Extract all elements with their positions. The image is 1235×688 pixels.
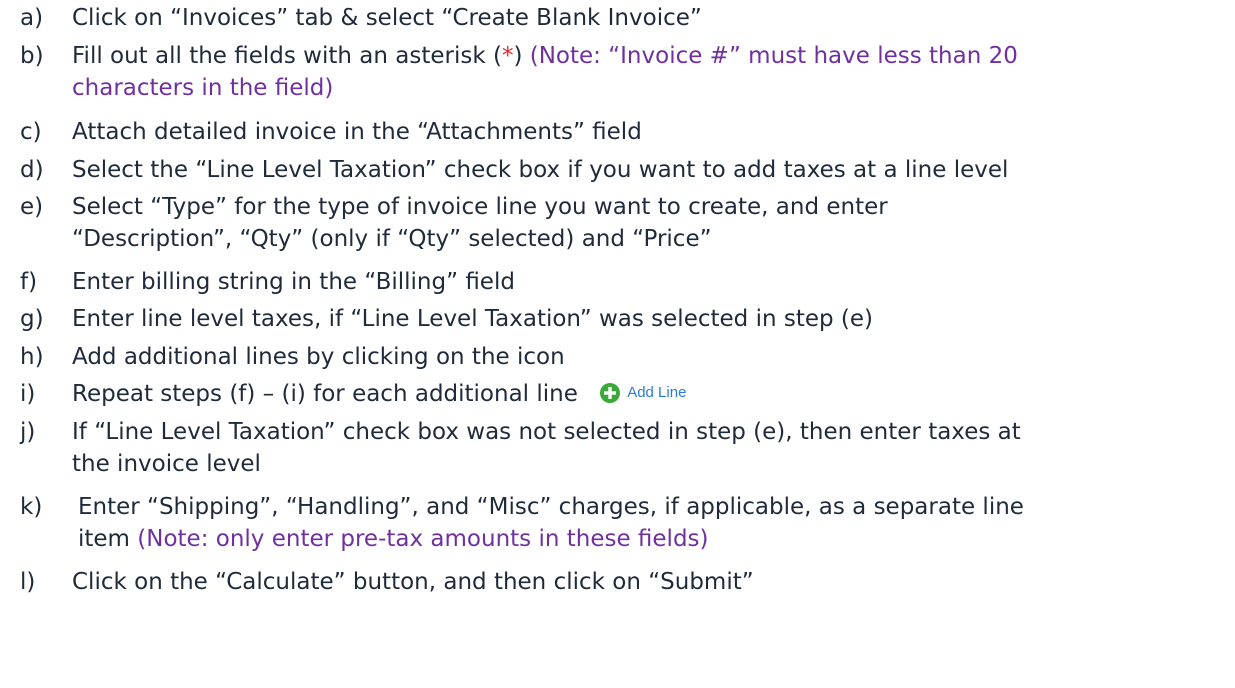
add-line-label: Add Line — [627, 383, 687, 401]
step-text: Enter “Shipping”, “Handling”, and “Misc”… — [78, 491, 1024, 555]
step-text: Click on “Invoices” tab & select “Create… — [72, 5, 702, 31]
step-label: g) — [20, 306, 44, 332]
step-note-continued: characters in the field) — [72, 75, 334, 101]
step-label: a) — [20, 5, 44, 31]
step-label: h) — [20, 344, 44, 370]
step-text-line: Select “Type” for the type of invoice li… — [72, 194, 888, 220]
instruction-document: a) Click on “Invoices” tab & select “Cre… — [0, 0, 1235, 688]
step-label: e) — [20, 194, 44, 220]
step-text: Select the “Line Level Taxation” check b… — [72, 157, 1009, 183]
step-text-line: the invoice level — [72, 451, 261, 477]
add-line-button[interactable]: Add Line — [599, 377, 686, 409]
step-text-part: Fill out all the fields with an asterisk… — [72, 43, 502, 69]
step-text: Repeat steps (f) – (i) for each addition… — [72, 378, 686, 411]
step-text-part: ) — [513, 43, 530, 69]
step-text-part: item — [78, 526, 138, 552]
step-text-line: “Description”, “Qty” (only if “Qty” sele… — [72, 226, 712, 252]
step-text-part: Repeat steps (f) – (i) for each addition… — [72, 381, 578, 407]
step-note: (Note: “Invoice #” must have less than 2… — [529, 43, 1018, 69]
step-text-line: Enter “Shipping”, “Handling”, and “Misc”… — [78, 494, 1024, 520]
step-text-line: If “Line Level Taxation” check box was n… — [72, 419, 1021, 445]
step-label: c) — [20, 119, 42, 145]
step-label: f) — [20, 269, 38, 295]
step-label: b) — [20, 43, 44, 69]
step-text: Add additional lines by clicking on the … — [72, 344, 565, 370]
step-text: If “Line Level Taxation” check box was n… — [72, 416, 1021, 480]
step-text: Fill out all the fields with an asterisk… — [72, 40, 1018, 104]
step-note: (Note: only enter pre-tax amounts in the… — [137, 526, 709, 552]
step-text: Select “Type” for the type of invoice li… — [72, 191, 888, 255]
step-text: Attach detailed invoice in the “Attachme… — [72, 119, 642, 145]
step-label: d) — [20, 157, 44, 183]
step-label: j) — [20, 419, 36, 445]
step-text: Enter billing string in the “Billing” fi… — [72, 269, 515, 295]
required-asterisk: * — [501, 43, 514, 69]
step-text: Enter line level taxes, if “Line Level T… — [72, 306, 874, 332]
step-label: k) — [20, 494, 43, 520]
step-label: l) — [20, 569, 36, 595]
plus-circle-icon — [600, 382, 621, 403]
step-text-line: item (Note: only enter pre-tax amounts i… — [78, 523, 1024, 555]
step-text: Click on the “Calculate” button, and the… — [72, 569, 754, 595]
step-label: i) — [20, 381, 36, 407]
